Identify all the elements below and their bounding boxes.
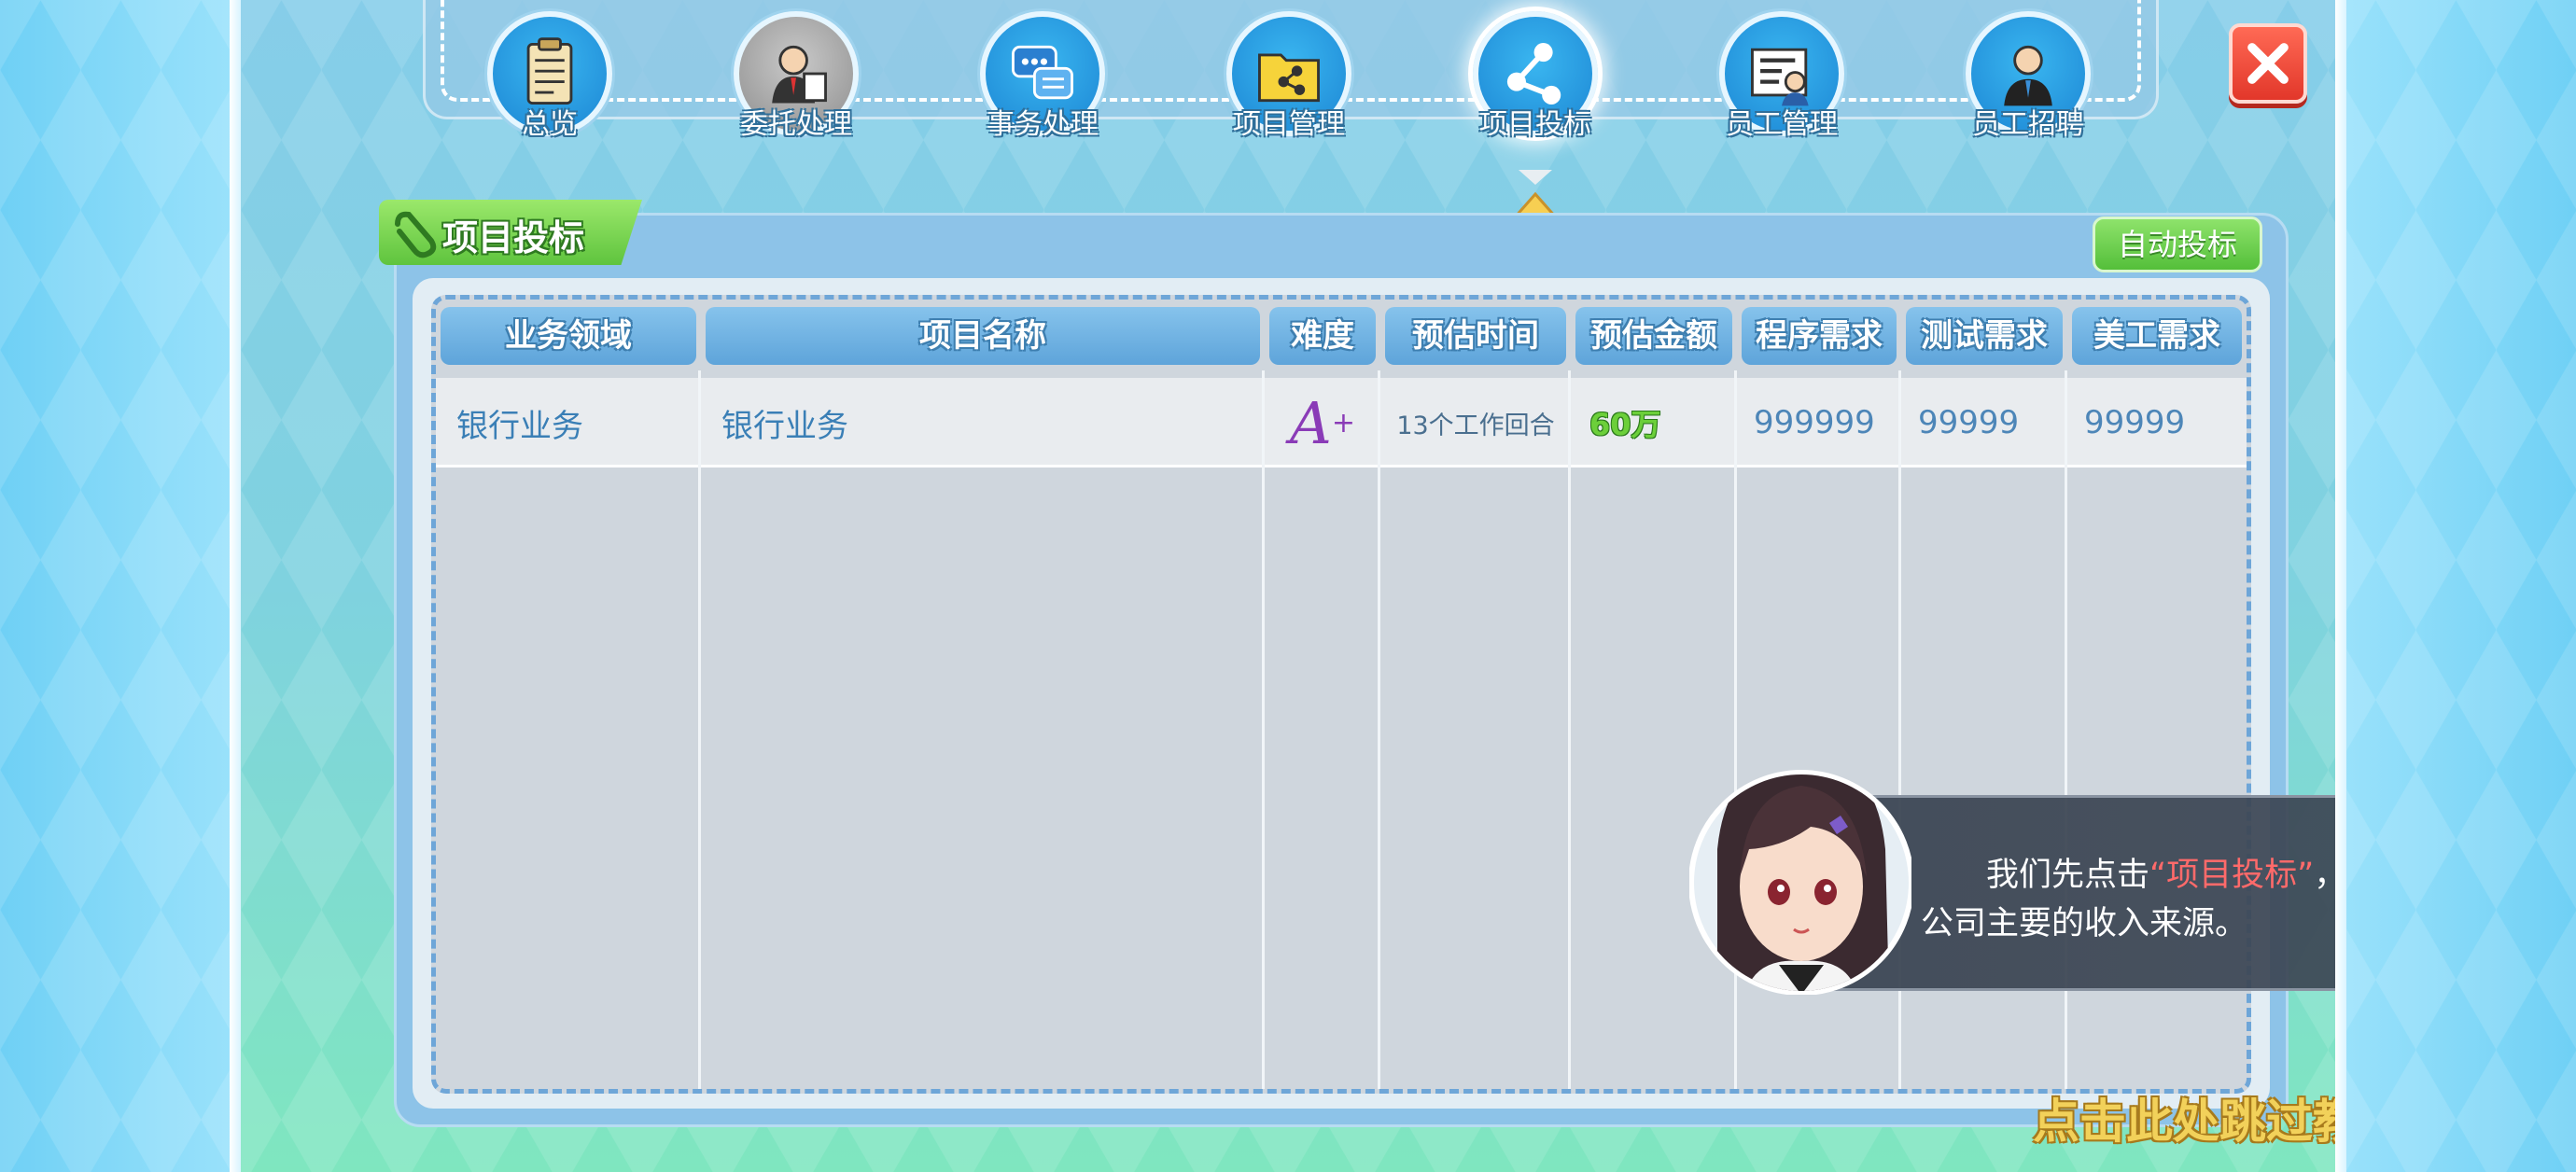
left-border: [0, 0, 241, 1172]
close-icon: [2247, 43, 2289, 84]
nav-label: 员工管理: [1726, 108, 1838, 141]
paperclip-icon: [395, 211, 437, 258]
nav-item-recruitment[interactable]: 员工招聘: [1958, 11, 2098, 151]
nav-label: 事务处理: [987, 108, 1099, 141]
dialog-highlight: “项目投标”: [2149, 857, 2315, 894]
right-border: [2335, 0, 2576, 1172]
nav-item-project-management[interactable]: 项目管理: [1219, 11, 1359, 151]
cell-amount: 60万: [1589, 407, 1661, 442]
nav-item-commission[interactable]: 委托处理: [726, 11, 866, 151]
skip-tutorial-button[interactable]: 点击此处跳过教程: [2033, 1084, 2335, 1150]
nav-item-employee-management[interactable]: 员工管理: [1712, 11, 1852, 151]
nav-item-affairs[interactable]: 事务处理: [973, 11, 1113, 151]
nav-label: 总览: [522, 108, 578, 141]
column-header: 美工需求: [2072, 307, 2242, 365]
cell-test: 99999: [1918, 404, 2020, 441]
panel-title-tab: 项目投标: [379, 200, 642, 265]
difficulty-grade: A: [1290, 388, 1332, 457]
auto-bid-button[interactable]: 自动投标: [2093, 216, 2262, 272]
cell-art: 99999: [2084, 404, 2186, 441]
cell-time: 13个工作回合: [1396, 411, 1555, 440]
guide-character-portrait: [1689, 770, 1911, 995]
nav-item-overview[interactable]: 总览: [480, 11, 620, 151]
difficulty-suffix: +: [1331, 406, 1355, 440]
dialog-text: ，做项目是: [2314, 857, 2335, 894]
column-header: 业务领域: [441, 307, 696, 365]
cell-program: 999999: [1754, 404, 1875, 441]
dialog-line-1: 我们先点击“项目投标”，做项目是: [1986, 848, 2335, 896]
cell-domain: 银行业务: [456, 407, 583, 445]
nav-label: 项目投标: [1479, 108, 1591, 141]
column-header: 程序需求: [1742, 307, 1897, 365]
nav-label: 项目管理: [1233, 108, 1345, 141]
column-header: 项目名称: [706, 307, 1260, 365]
dialog-text: 我们先点击: [1986, 857, 2150, 894]
game-stage: 总览 委托处理 事务处理 项目管理 项目投标 员工管理 员工招聘 项目投标 自动…: [241, 0, 2335, 1172]
column-header: 难度: [1269, 307, 1376, 365]
nav-label: 员工招聘: [1972, 108, 2084, 141]
close-button[interactable]: [2229, 23, 2307, 104]
nav-label: 委托处理: [740, 108, 852, 141]
cell-difficulty: A +: [1265, 378, 1380, 467]
panel-title: 项目投标: [442, 217, 585, 258]
column-header: 预估金额: [1575, 307, 1732, 365]
column-header: 测试需求: [1906, 307, 2063, 365]
nav-item-project-bidding[interactable]: 项目投标: [1465, 11, 1605, 151]
cell-name: 银行业务: [721, 407, 848, 445]
dialog-line-2: 公司主要的收入来源。: [1921, 905, 2248, 942]
column-header: 预估时间: [1385, 307, 1566, 365]
